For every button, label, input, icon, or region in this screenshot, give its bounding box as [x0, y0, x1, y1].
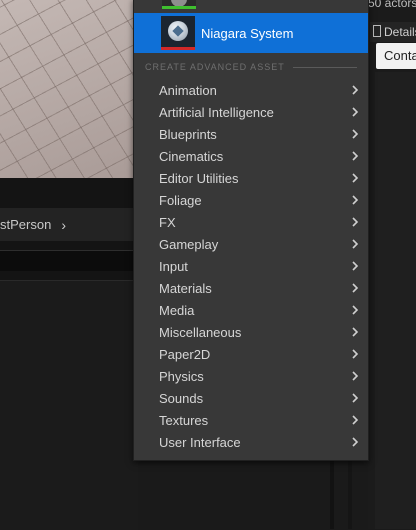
menu-item-niagara-system[interactable]: Niagara System: [134, 13, 368, 53]
submenu-input[interactable]: Input: [134, 255, 368, 277]
section-header: CREATE ADVANCED ASSET: [145, 61, 357, 73]
breadcrumb-item[interactable]: stPerson: [0, 217, 51, 232]
create-asset-menu: Niagara System CREATE ADVANCED ASSET Ani…: [133, 0, 369, 461]
tab-details[interactable]: Details: [370, 22, 416, 42]
details-search-input[interactable]: Conta: [376, 43, 416, 69]
menu-item-label: Textures: [159, 412, 209, 428]
details-content: [375, 72, 416, 529]
chevron-right-icon: [350, 305, 360, 315]
level-viewport[interactable]: [0, 0, 138, 178]
chevron-right-icon: [350, 107, 360, 117]
chevron-right-icon: [350, 415, 360, 425]
chevron-right-icon: [350, 129, 360, 139]
submenu-user-interface[interactable]: User Interface: [134, 431, 368, 453]
submenu-blueprints[interactable]: Blueprints: [134, 123, 368, 145]
chevron-right-icon: [350, 437, 360, 447]
chevron-right-icon: [350, 371, 360, 381]
menu-item-label: Input: [159, 258, 188, 274]
submenu-textures[interactable]: Textures: [134, 409, 368, 431]
submenu-sounds[interactable]: Sounds: [134, 387, 368, 409]
details-tab-label: Details: [384, 25, 416, 39]
submenu-paper2d[interactable]: Paper2D: [134, 343, 368, 365]
chevron-right-icon: [350, 283, 360, 293]
menu-item-label: Physics: [159, 368, 204, 384]
chevron-right-icon: [350, 151, 360, 161]
chevron-right-icon: [350, 195, 360, 205]
submenu-editor-utilities[interactable]: Editor Utilities: [134, 167, 368, 189]
submenu-fx[interactable]: FX: [134, 211, 368, 233]
actor-count-label: 50 actors: [368, 0, 416, 10]
submenu-gameplay[interactable]: Gameplay: [134, 233, 368, 255]
section-title: CREATE ADVANCED ASSET: [145, 62, 285, 72]
chevron-right-icon[interactable]: ›: [61, 217, 66, 233]
menu-item-label: Cinematics: [159, 148, 224, 164]
menu-item-label: Animation: [159, 82, 217, 98]
menu-item-label: User Interface: [159, 434, 241, 450]
submenu-animation[interactable]: Animation: [134, 79, 368, 101]
details-tab-icon: [373, 25, 381, 37]
submenu-cinematics[interactable]: Cinematics: [134, 145, 368, 167]
menu-item-label: Artificial Intelligence: [159, 104, 274, 120]
chevron-right-icon: [350, 349, 360, 359]
menu-item-label: Foliage: [159, 192, 202, 208]
path-bar[interactable]: [0, 250, 138, 271]
asset-thumbnail-icon: [162, 0, 196, 9]
chevron-right-icon: [350, 217, 360, 227]
breadcrumb: stPerson ›: [0, 208, 138, 241]
submenu-physics[interactable]: Physics: [134, 365, 368, 387]
submenu-materials[interactable]: Materials: [134, 277, 368, 299]
chevron-right-icon: [350, 239, 360, 249]
chevron-right-icon: [350, 85, 360, 95]
chevron-right-icon: [350, 261, 360, 271]
menu-item-label: Editor Utilities: [159, 170, 239, 186]
menu-item-label: Miscellaneous: [159, 324, 242, 340]
menu-item-label: Materials: [159, 280, 212, 296]
menu-item-partial[interactable]: [134, 0, 368, 13]
niagara-system-icon: [161, 16, 195, 50]
menu-item-label: Blueprints: [159, 126, 217, 142]
submenu-artificial-intelligence[interactable]: Artificial Intelligence: [134, 101, 368, 123]
menu-item-label: Media: [159, 302, 195, 318]
submenu-media[interactable]: Media: [134, 299, 368, 321]
menu-item-label: Paper2D: [159, 346, 211, 362]
submenu-miscellaneous[interactable]: Miscellaneous: [134, 321, 368, 343]
menu-item-label: FX: [159, 214, 176, 230]
menu-item-label: Sounds: [159, 390, 204, 406]
chevron-right-icon: [350, 327, 360, 337]
chevron-right-icon: [350, 173, 360, 183]
menu-item-label: Niagara System: [201, 25, 294, 41]
advanced-asset-list: Animation Artificial Intelligence Bluepr…: [134, 79, 368, 453]
submenu-foliage[interactable]: Foliage: [134, 189, 368, 211]
chevron-right-icon: [350, 393, 360, 403]
section-divider: [292, 66, 357, 68]
asset-panel: [0, 280, 138, 530]
menu-item-label: Gameplay: [159, 236, 219, 252]
